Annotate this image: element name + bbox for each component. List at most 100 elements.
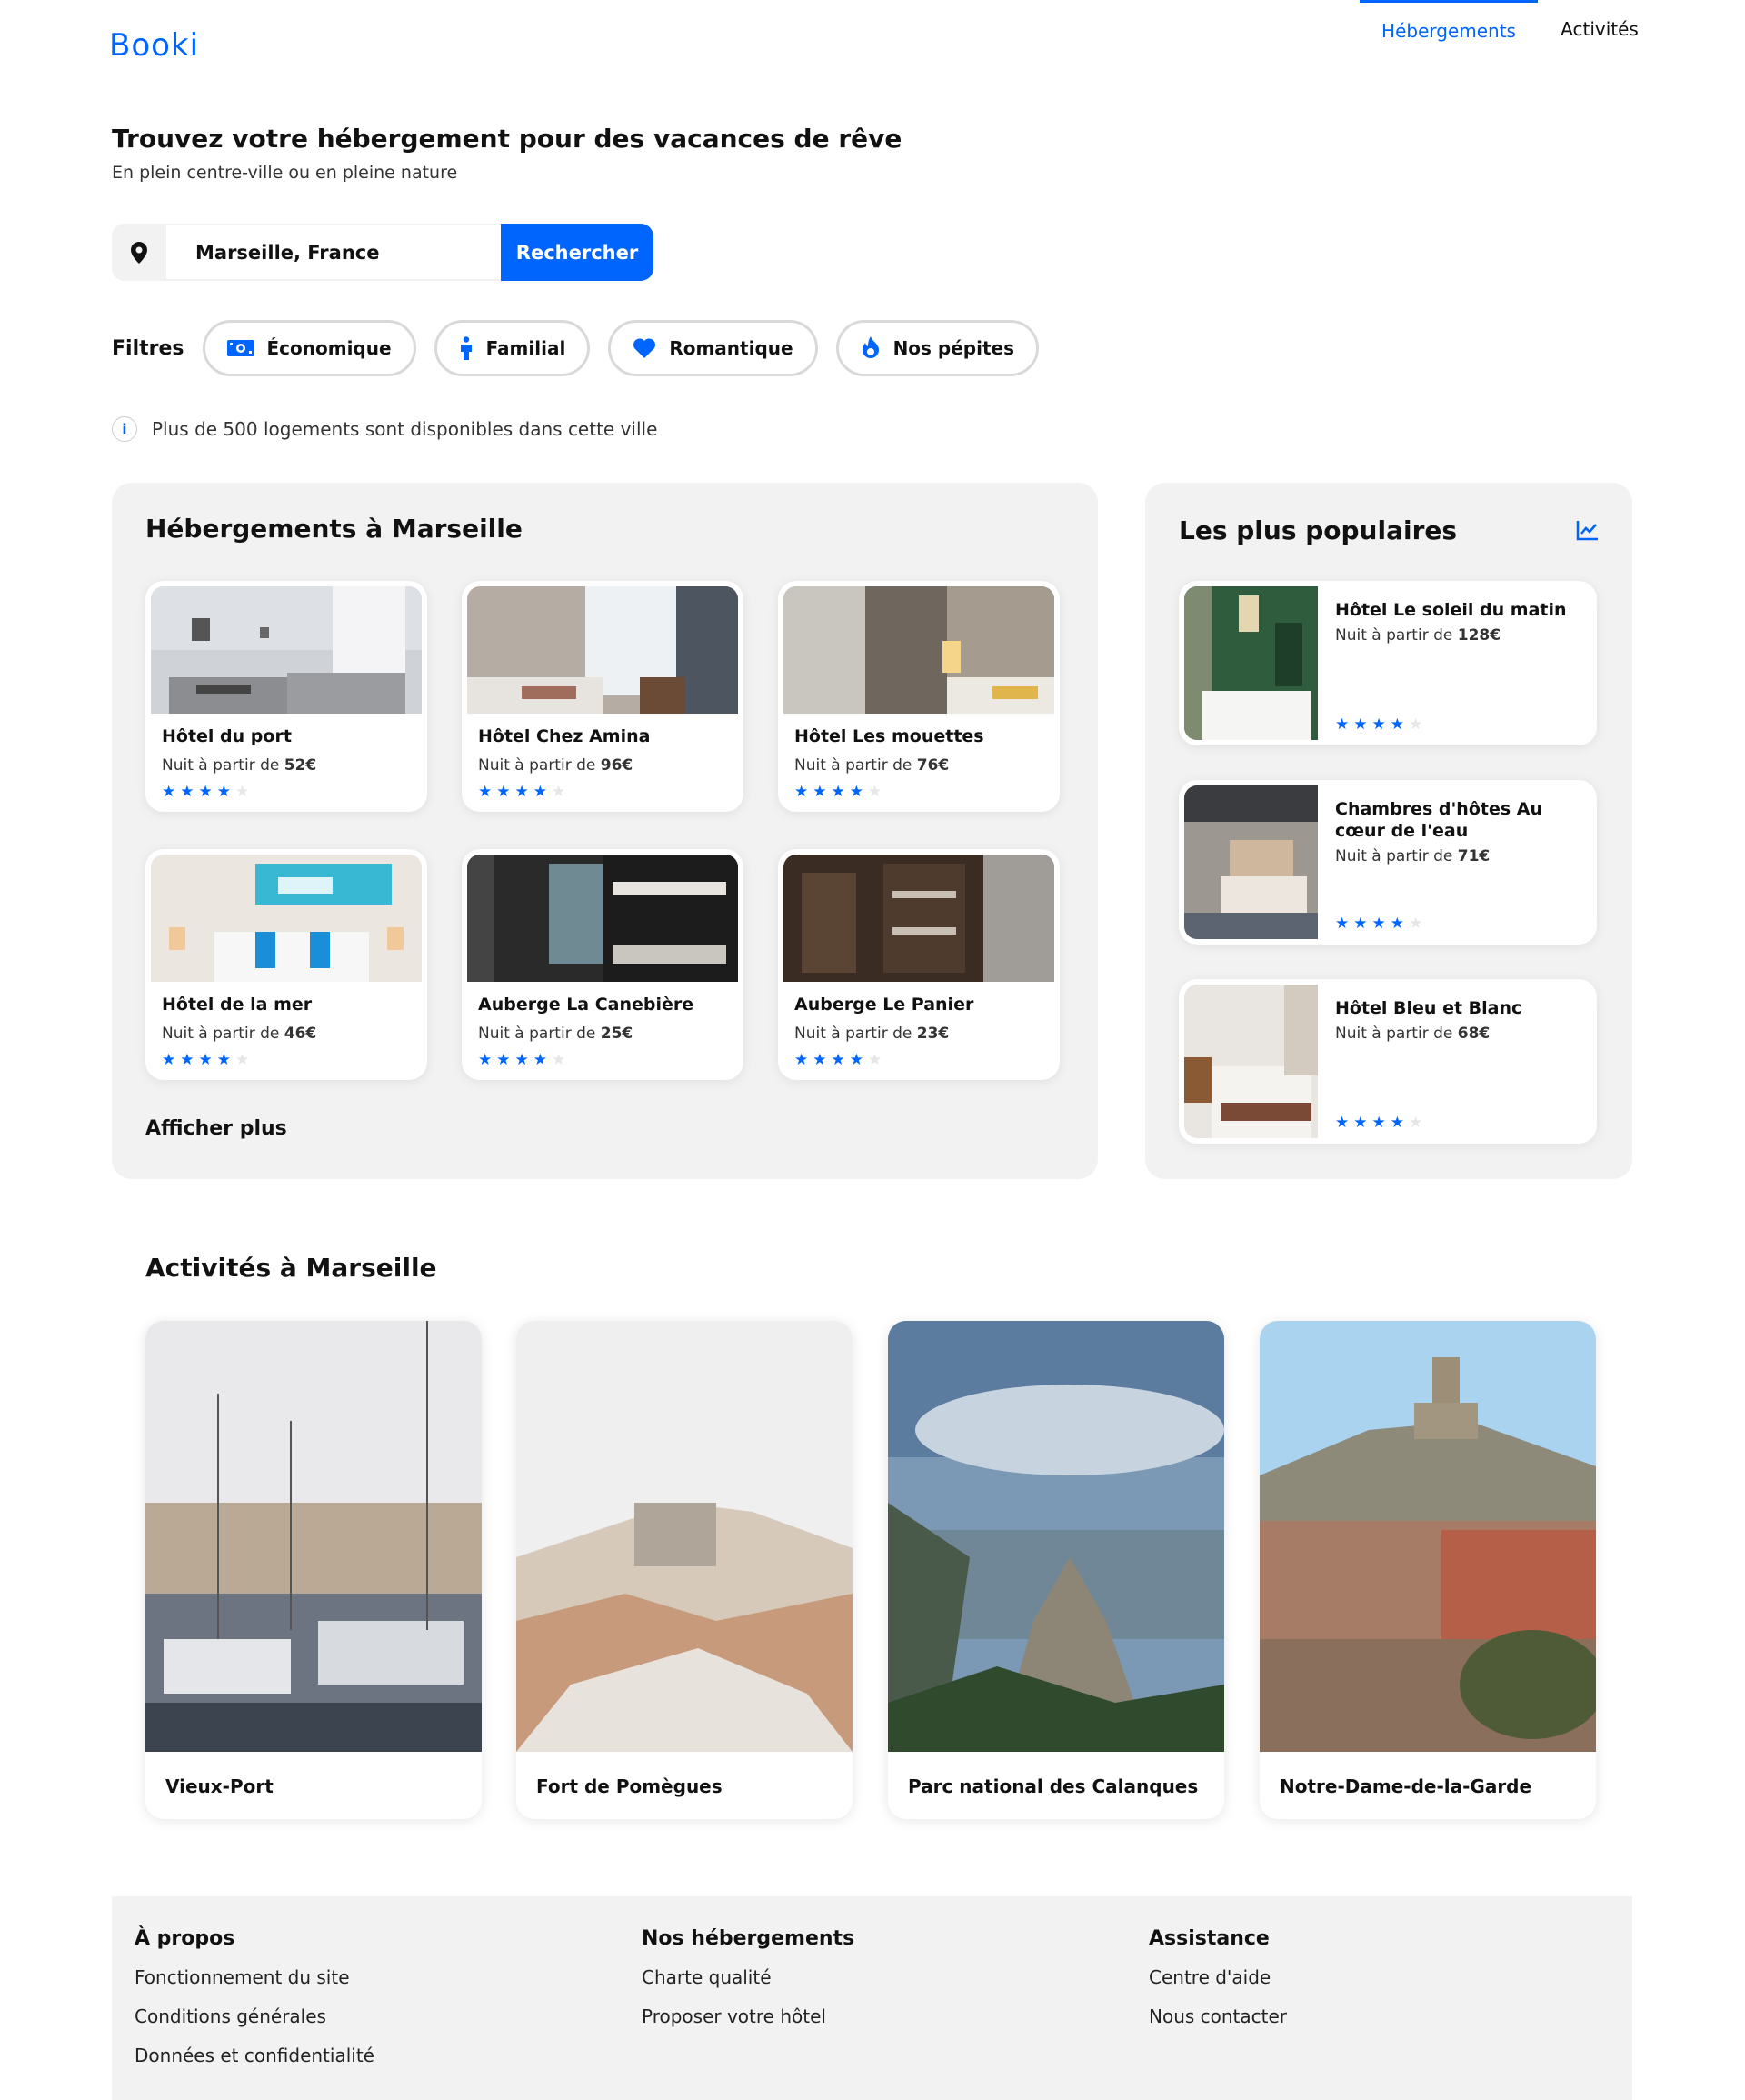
popular-card[interactable]: Hôtel Le soleil du matin Nuit à partir d… <box>1179 581 1597 745</box>
accommodation-card[interactable]: Auberge La Canebière Nuit à partir de 25… <box>462 849 743 1080</box>
accommodations-title: Hébergements à Marseille <box>145 514 523 544</box>
hotel-photo <box>467 855 738 982</box>
rating-stars: ★ ★ ★ ★ ★ <box>162 1053 249 1068</box>
star-icon: ★ <box>1353 715 1368 734</box>
footer-heading: À propos <box>135 1927 235 1950</box>
activity-photo <box>516 1321 853 1752</box>
star-icon: ★ <box>1409 715 1423 734</box>
hotel-photo <box>1184 586 1318 740</box>
popular-title: Les plus populaires <box>1179 515 1458 545</box>
hotel-name: Hôtel du port <box>162 726 292 746</box>
activity-card[interactable]: Vieux-Port <box>145 1321 482 1819</box>
info-message: i Plus de 500 logements sont disponibles… <box>112 416 657 442</box>
hotel-name: Hôtel Le soleil du matin <box>1335 600 1567 620</box>
footer-heading: Nos hébergements <box>642 1927 855 1950</box>
filter-label: Romantique <box>669 337 793 359</box>
accommodation-card[interactable]: Hôtel Les mouettes Nuit à partir de 76€ … <box>778 581 1060 812</box>
star-icon: ★ <box>1353 1114 1368 1132</box>
hotel-photo <box>783 855 1054 982</box>
info-text: Plus de 500 logements sont disponibles d… <box>152 418 658 440</box>
hotel-name: Chambres d'hôtes Au cœur de l'eau <box>1335 799 1542 841</box>
filter-label: Nos pépites <box>892 337 1014 359</box>
activity-card[interactable]: Fort de Pomègues <box>516 1321 853 1819</box>
star-icon: ★ <box>1390 715 1404 734</box>
popular-section: Les plus populaires Hôtel Le soleil du m… <box>1145 483 1632 1179</box>
footer-link[interactable]: Proposer votre hôtel <box>642 2005 854 2027</box>
star-icon: ★ <box>552 1051 566 1069</box>
star-icon: ★ <box>496 1051 511 1069</box>
star-icon: ★ <box>514 1051 529 1069</box>
person-icon <box>459 336 474 360</box>
star-icon: ★ <box>794 783 809 801</box>
footer-link[interactable]: Données et confidentialité <box>135 2045 374 2066</box>
hotel-photo <box>1184 985 1318 1138</box>
location-pin-icon <box>112 224 166 281</box>
accommodation-card[interactable]: Auberge Le Panier Nuit à partir de 23€ ★… <box>778 849 1060 1080</box>
rating-stars: ★ ★ ★ ★ ★ <box>162 785 249 800</box>
activity-card[interactable]: Notre-Dame-de-la-Garde <box>1260 1321 1596 1819</box>
hotel-name: Hôtel Les mouettes <box>794 726 984 746</box>
activity-card[interactable]: Parc national des Calanques <box>888 1321 1224 1819</box>
accommodation-card[interactable]: Hôtel de la mer Nuit à partir de 46€ ★ ★ ★… <box>145 849 427 1080</box>
footer-link[interactable]: Nous contacter <box>1149 2005 1287 2027</box>
footer-column-hebergements: Nos hébergements Charte qualité Proposer… <box>642 1927 854 2045</box>
star-icon: ★ <box>162 783 176 801</box>
star-icon: ★ <box>180 1051 194 1069</box>
star-icon: ★ <box>868 783 882 801</box>
activity-name: Notre-Dame-de-la-Garde <box>1280 1775 1532 1797</box>
filter-familial[interactable]: Familial <box>434 320 591 376</box>
star-icon: ★ <box>198 783 213 801</box>
star-icon: ★ <box>1335 1114 1350 1132</box>
nav-tab-activites[interactable]: Activités <box>1538 0 1661 58</box>
star-icon: ★ <box>1335 715 1350 734</box>
footer-column-a-propos: À propos Fonctionnement du site Conditio… <box>135 1927 374 2084</box>
rating-stars: ★ ★ ★ ★ ★ <box>1335 717 1422 733</box>
star-icon: ★ <box>533 1051 547 1069</box>
accommodation-card[interactable]: Hôtel Chez Amina Nuit à partir de 96€ ★ ★… <box>462 581 743 812</box>
hotel-name: Hôtel de la mer <box>162 995 313 1015</box>
filter-economique[interactable]: Économique <box>202 320 416 376</box>
hotel-photo <box>467 586 738 714</box>
filter-nos-pepites[interactable]: Nos pépites <box>835 320 1039 376</box>
footer: À propos Fonctionnement du site Conditio… <box>112 1896 1632 2100</box>
rating-stars: ★ ★ ★ ★ ★ <box>1335 1115 1422 1131</box>
nav-tab-hebergements[interactable]: Hébergements <box>1360 0 1538 58</box>
footer-link[interactable]: Charte qualité <box>642 1966 854 1988</box>
star-icon: ★ <box>849 1051 863 1069</box>
show-more-link[interactable]: Afficher plus <box>145 1117 287 1140</box>
star-icon: ★ <box>478 783 493 801</box>
accommodation-card[interactable]: Hôtel du port Nuit à partir de 52€ ★ ★ ★ ★ ★ <box>145 581 427 812</box>
info-icon: i <box>112 416 137 442</box>
star-icon: ★ <box>1371 915 1386 933</box>
star-icon: ★ <box>1409 1114 1423 1132</box>
logo[interactable]: Booki <box>109 27 199 64</box>
footer-link[interactable]: Conditions générales <box>135 2005 374 2027</box>
search-input[interactable] <box>166 224 501 281</box>
star-icon: ★ <box>235 1051 250 1069</box>
star-icon: ★ <box>813 783 827 801</box>
hotel-name: Auberge La Canebière <box>478 995 694 1015</box>
rating-stars: ★ ★ ★ ★ ★ <box>1335 916 1422 932</box>
rating-stars: ★ ★ ★ ★ ★ <box>478 785 565 800</box>
trend-chart-icon <box>1576 519 1600 545</box>
star-icon: ★ <box>162 1051 176 1069</box>
popular-card[interactable]: Hôtel Bleu et Blanc Nuit à partir de 68€… <box>1179 979 1597 1144</box>
star-icon: ★ <box>533 783 547 801</box>
hotel-name: Hôtel Chez Amina <box>478 726 651 746</box>
activity-photo <box>888 1321 1224 1752</box>
accommodations-section: Hébergements à Marseille Hôtel du port N… <box>112 483 1098 1179</box>
hotel-photo <box>1184 785 1318 939</box>
activity-name: Parc national des Calanques <box>908 1775 1199 1797</box>
star-icon: ★ <box>198 1051 213 1069</box>
star-icon: ★ <box>1390 915 1404 933</box>
star-icon: ★ <box>1371 1114 1386 1132</box>
footer-link[interactable]: Centre d'aide <box>1149 1966 1287 1988</box>
star-icon: ★ <box>478 1051 493 1069</box>
hotel-photo <box>151 586 422 714</box>
filter-romantique[interactable]: Romantique <box>608 320 818 376</box>
footer-link[interactable]: Fonctionnement du site <box>135 1966 374 1988</box>
page-title: Trouvez votre hébergement pour des vacan… <box>112 124 902 154</box>
search-button[interactable]: Rechercher <box>501 224 653 281</box>
hotel-price: Nuit à partir de 71€ <box>1335 847 1491 865</box>
popular-card[interactable]: Chambres d'hôtes Au cœur de l'eau Nuit à… <box>1179 780 1597 945</box>
